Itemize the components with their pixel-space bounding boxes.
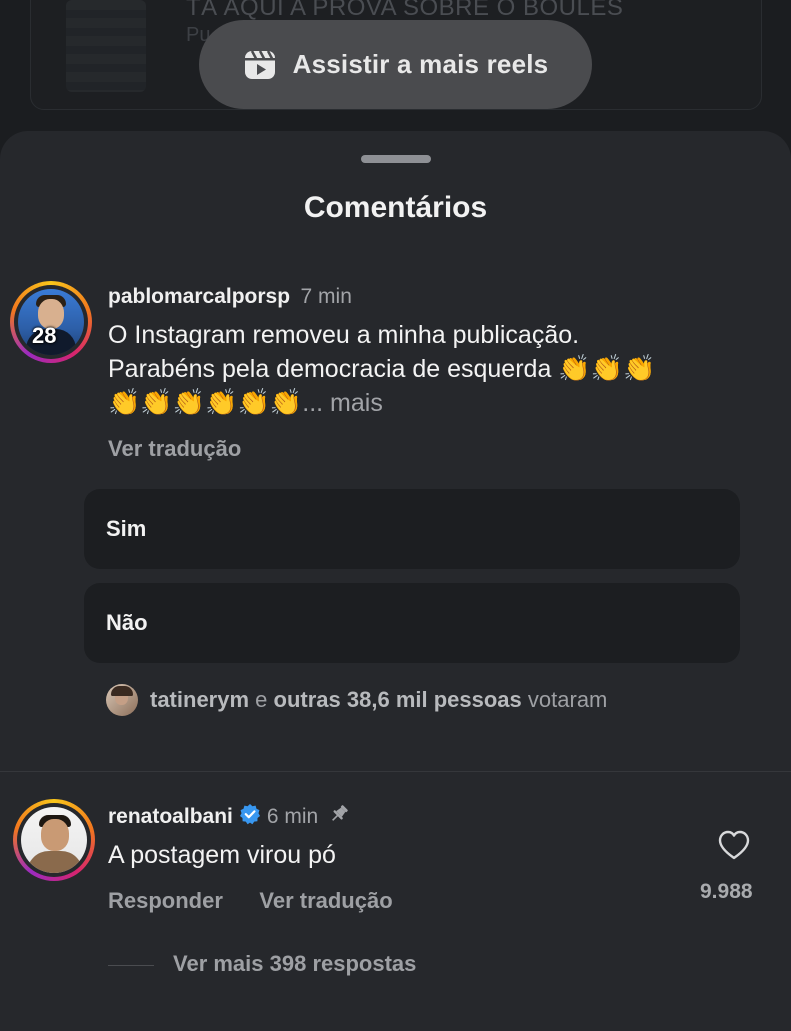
background-thumbnail: [66, 0, 146, 92]
view-more-replies-link[interactable]: Ver mais 398 respostas: [173, 951, 416, 977]
like-count: 9.988: [700, 880, 753, 903]
pin-icon: [328, 803, 350, 830]
comment-divider: [0, 771, 791, 772]
poll-option-yes[interactable]: Sim: [84, 489, 740, 569]
avatar-badge-number: 28: [32, 323, 57, 348]
clap-emoji: 👏: [108, 387, 141, 417]
poll-voters[interactable]: tatinerym e outras 38,6 mil pessoas vota…: [106, 684, 607, 716]
comment-time: 6 min: [266, 804, 319, 828]
verified-badge-icon: [239, 803, 261, 830]
see-more-link[interactable]: ... mais: [302, 389, 383, 417]
translate-link[interactable]: Ver tradução: [108, 436, 241, 462]
like-button[interactable]: [717, 829, 751, 866]
voter-username: tatinerym: [150, 687, 250, 712]
voters-suffix: votaram: [527, 687, 608, 712]
sheet-drag-handle[interactable]: [361, 155, 431, 163]
poll-option-no[interactable]: Não: [84, 583, 740, 663]
watch-more-reels-label: Assistir a mais reels: [292, 49, 549, 79]
heart-icon: [717, 830, 751, 865]
avatar[interactable]: [13, 799, 95, 881]
replies-line: [108, 965, 154, 966]
clap-emoji: 👏: [558, 353, 591, 383]
background-post-title: TÁ AQUI A PROVA SOBRE O BOULES: [186, 0, 624, 21]
comments-sheet: Comentários 28 pablomarcalporsp 7 min O …: [0, 131, 791, 1031]
poll-option-label: Sim: [106, 516, 147, 541]
clap-emoji: 👏: [237, 387, 270, 417]
comment-username[interactable]: pablomarcalporsp: [108, 285, 290, 308]
comment-time: 7 min: [300, 285, 352, 308]
clap-emoji: 👏: [172, 387, 206, 417]
translate-link[interactable]: Ver tradução: [259, 888, 392, 913]
comment-username[interactable]: renatoalbani: [108, 805, 233, 829]
reels-icon: [243, 48, 277, 82]
comment-text: O Instagram removeu a minha publicação. …: [108, 319, 758, 420]
avatar[interactable]: 28: [10, 281, 92, 363]
voters-and: e: [255, 687, 268, 712]
clap-emoji: 👏: [269, 387, 303, 417]
reply-link[interactable]: Responder: [108, 888, 223, 913]
comment-text-line: Parabéns pela democracia de esquerda: [108, 355, 552, 383]
clap-emoji: 👏: [140, 387, 173, 417]
clap-emoji: 👏: [590, 353, 624, 383]
comment-text: A postagem virou pó: [108, 841, 336, 869]
poll-option-label: Não: [106, 610, 148, 635]
watch-more-reels-button[interactable]: Assistir a mais reels: [199, 20, 592, 109]
clap-emoji: 👏: [205, 387, 238, 417]
sheet-title: Comentários: [303, 191, 488, 224]
clap-emoji: 👏: [623, 353, 656, 383]
voter-avatar: [106, 684, 138, 716]
voters-others: outras 38,6 mil pessoas: [273, 687, 522, 712]
comment-text-line: O Instagram removeu a minha publicação.: [108, 321, 580, 349]
